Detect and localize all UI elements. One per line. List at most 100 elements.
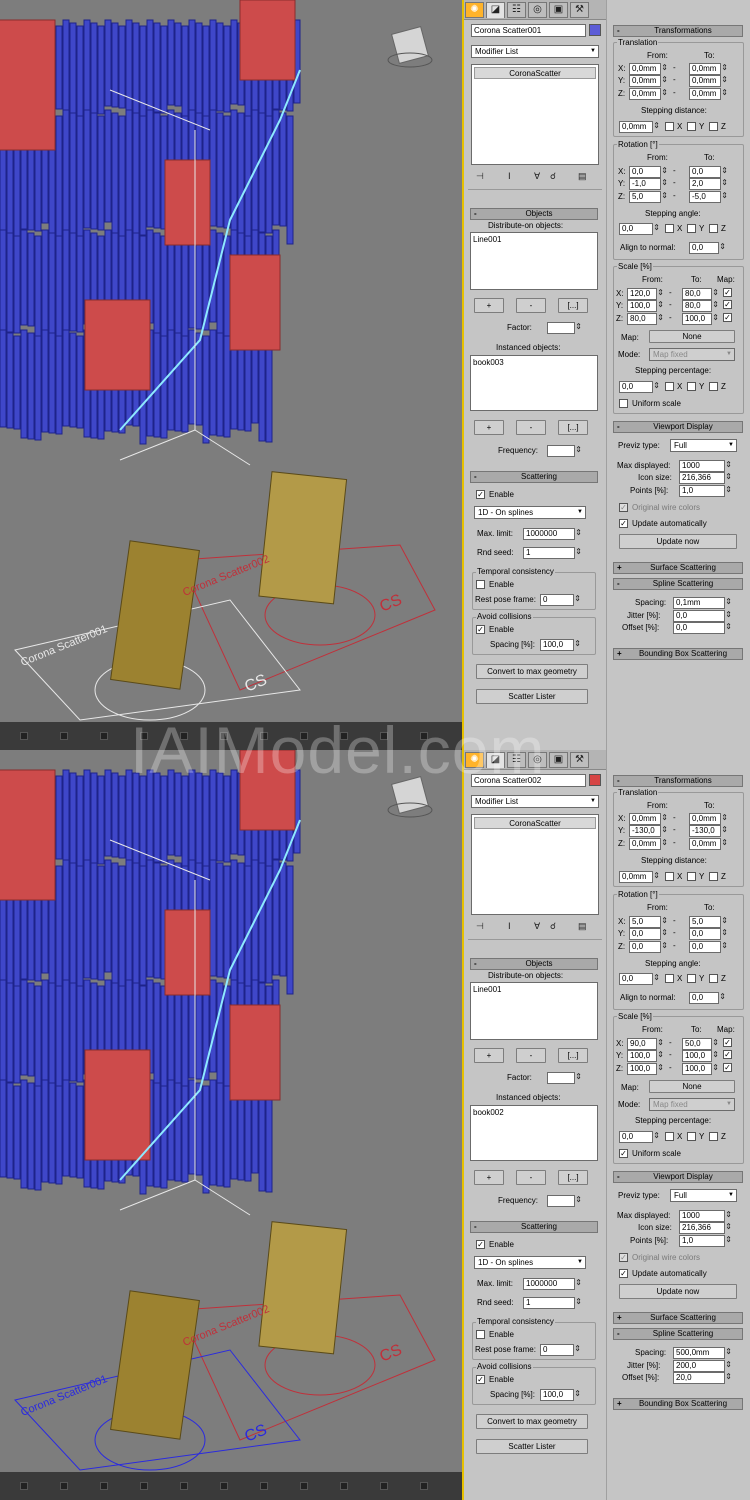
tz-from-spinner[interactable]: 0,0mm	[629, 88, 668, 100]
list-item[interactable]: Line001	[473, 985, 501, 994]
motion-tab-icon[interactable]: ◎	[528, 752, 547, 768]
step-y-checkbox[interactable]	[687, 224, 696, 233]
scale-map-button[interactable]: None	[649, 330, 735, 343]
rz-to-spinner[interactable]: -5,0	[689, 191, 728, 203]
step_pct-spinner[interactable]: 0,0	[619, 1131, 660, 1143]
step_pct-spinner[interactable]: 0,0	[619, 381, 660, 393]
scale-mode-dropdown[interactable]: Map fixed	[649, 348, 735, 361]
rz-to-spinner[interactable]: 0,0	[689, 941, 728, 953]
remove-distribute-button[interactable]: -	[516, 298, 546, 313]
instanced-list[interactable]: book003	[470, 355, 598, 411]
sy-to-spinner[interactable]: 100,0	[682, 1050, 719, 1062]
hierarchy-tab-icon[interactable]: ☷	[507, 752, 526, 768]
spline-scattering-rollout-header[interactable]: Spline Scattering	[613, 1328, 743, 1340]
sx-to-spinner[interactable]: 80,0	[682, 288, 719, 300]
max-displayed-spinner[interactable]: 1000	[679, 460, 732, 472]
scatter-lister-button[interactable]: Scatter Lister	[476, 689, 588, 704]
add-distribute-button[interactable]: +	[474, 298, 504, 313]
modifier-list-dropdown[interactable]: Modifier List	[471, 795, 599, 808]
remove-modifier-icon[interactable]: ☌	[550, 171, 556, 182]
instanced-list[interactable]: book002	[470, 1105, 598, 1161]
remove-distribute-button[interactable]: -	[516, 1048, 546, 1063]
frequency-spinner[interactable]	[547, 1195, 582, 1207]
step_angle-spinner[interactable]: 0,0	[619, 223, 660, 235]
uniform-scale-checkbox[interactable]: ✓	[619, 1149, 628, 1158]
jitter-spinner[interactable]: 0,0	[673, 610, 732, 622]
max-displayed-spinner[interactable]: 1000	[679, 1210, 732, 1222]
ry-from-spinner[interactable]: 0,0	[629, 928, 668, 940]
step-y-checkbox[interactable]	[687, 872, 696, 881]
tz-to-spinner[interactable]: 0,0mm	[689, 88, 728, 100]
step_angle-spinner[interactable]: 0,0	[619, 973, 660, 985]
step-x-checkbox[interactable]	[665, 224, 674, 233]
rx-to-spinner[interactable]: 0,0	[689, 166, 728, 178]
display-tab-icon[interactable]: ▣	[549, 752, 568, 768]
rx-from-spinner[interactable]: 5,0	[629, 916, 668, 928]
step-z-checkbox[interactable]	[709, 872, 718, 881]
orig-wire-checkbox[interactable]: ✓	[619, 503, 628, 512]
scattering-rollout-header[interactable]: Scattering	[470, 1221, 598, 1233]
add-instanced-button[interactable]: +	[474, 1170, 504, 1185]
step-z-checkbox[interactable]	[709, 974, 718, 983]
icon-size-spinner[interactable]: 216,366	[679, 1222, 732, 1234]
align-normal-spinner[interactable]: 0,0	[689, 242, 726, 254]
temporal-enable-checkbox[interactable]	[476, 580, 485, 589]
sz-from-spinner[interactable]: 100,0	[627, 1063, 664, 1075]
bounding-box-rollout-header[interactable]: Bounding Box Scattering	[613, 648, 743, 660]
sy-from-spinner[interactable]: 100,0	[627, 300, 664, 312]
rest-pose-spinner[interactable]: 0	[540, 594, 581, 606]
step-z-checkbox[interactable]	[709, 1132, 718, 1141]
remove-instanced-button[interactable]: -	[516, 1170, 546, 1185]
previz-dropdown[interactable]: Full	[670, 439, 737, 452]
sz-from-spinner[interactable]: 80,0	[627, 313, 664, 325]
align-normal-spinner[interactable]: 0,0	[689, 992, 726, 1004]
sy-to-spinner[interactable]: 80,0	[682, 300, 719, 312]
avoid-enable-checkbox[interactable]: ✓	[476, 625, 485, 634]
step-y-checkbox[interactable]	[687, 974, 696, 983]
configure-sets-icon[interactable]: ▤	[578, 921, 587, 932]
rx-to-spinner[interactable]: 5,0	[689, 916, 728, 928]
distribute-list[interactable]: Line001	[470, 982, 598, 1040]
pick-distribute-button[interactable]: [...]	[558, 298, 588, 313]
display-tab-icon[interactable]: ▣	[549, 2, 568, 18]
update-auto-checkbox[interactable]: ✓	[619, 1269, 628, 1278]
scatter-enable-checkbox[interactable]: ✓	[476, 1240, 485, 1249]
offset-spinner[interactable]: 0,0	[673, 622, 732, 634]
spacing-pct-spinner[interactable]: 100,0	[540, 639, 581, 651]
avoid-enable-checkbox[interactable]: ✓	[476, 1375, 485, 1384]
convert-geometry-button[interactable]: Convert to max geometry	[476, 1414, 588, 1429]
spline-spacing-spinner[interactable]: 0,1mm	[673, 597, 732, 609]
update-auto-checkbox[interactable]: ✓	[619, 519, 628, 528]
show-end-result-icon[interactable]: Ⅰ	[508, 171, 511, 182]
pick-distribute-button[interactable]: [...]	[558, 1048, 588, 1063]
tx-from-spinner[interactable]: 0,0mm	[629, 63, 668, 75]
transformations-rollout-header[interactable]: Transformations	[613, 25, 743, 37]
step-y-checkbox[interactable]	[687, 382, 696, 391]
step_dist-spinner[interactable]: 0,0mm	[619, 121, 660, 133]
bounding-box-rollout-header[interactable]: Bounding Box Scattering	[613, 1398, 743, 1410]
sx-from-spinner[interactable]: 90,0	[627, 1038, 664, 1050]
motion-tab-icon[interactable]: ◎	[528, 2, 547, 18]
step-x-checkbox[interactable]	[665, 122, 674, 131]
map-checkbox[interactable]: ✓	[723, 313, 732, 322]
viewport-timebar[interactable]	[0, 1472, 462, 1500]
tx-from-spinner[interactable]: 0,0mm	[629, 813, 668, 825]
max-limit-spinner[interactable]: 1000000	[523, 528, 582, 540]
scatter-lister-button[interactable]: Scatter Lister	[476, 1439, 588, 1454]
add-instanced-button[interactable]: +	[474, 420, 504, 435]
transformations-rollout-header[interactable]: Transformations	[613, 775, 743, 787]
list-item[interactable]: Line001	[473, 235, 501, 244]
jitter-spinner[interactable]: 200,0	[673, 1360, 732, 1372]
map-checkbox[interactable]: ✓	[723, 1063, 732, 1072]
viewport-display-rollout-header[interactable]: Viewport Display	[613, 1171, 743, 1183]
scattering-rollout-header[interactable]: Scattering	[470, 471, 598, 483]
spline-scattering-rollout-header[interactable]: Spline Scattering	[613, 578, 743, 590]
rnd-seed-spinner[interactable]: 1	[523, 547, 582, 559]
tz-to-spinner[interactable]: 0,0mm	[689, 838, 728, 850]
list-item[interactable]: book003	[473, 358, 504, 367]
utilities-tab-icon[interactable]: ⚒	[570, 752, 589, 768]
ty-to-spinner[interactable]: -130,0	[689, 825, 728, 837]
distribute-list[interactable]: Line001	[470, 232, 598, 290]
sx-from-spinner[interactable]: 120,0	[627, 288, 664, 300]
remove-instanced-button[interactable]: -	[516, 420, 546, 435]
